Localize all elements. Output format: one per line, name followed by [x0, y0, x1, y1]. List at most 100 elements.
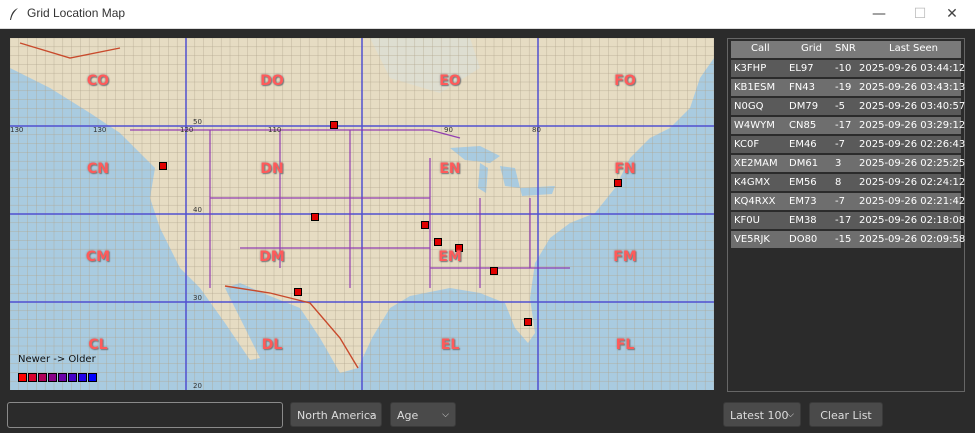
lon-label: 110 — [268, 126, 282, 134]
sort-select[interactable]: Age ⌵ — [390, 402, 456, 427]
map-canvas — [10, 38, 714, 390]
chevron-down-icon: ⌵ — [368, 410, 375, 420]
table-row[interactable]: KQ4RXX EM73 -7 2025-09-26 02:21:42 — [731, 193, 965, 210]
legend-swatches — [18, 367, 98, 386]
cell-last-seen: 2025-09-26 02:24:12 — [859, 177, 966, 188]
lon-label: 90 — [444, 126, 453, 134]
legend-swatch — [78, 373, 87, 382]
grid-field-label: EO — [439, 73, 461, 89]
spot-marker — [614, 179, 622, 187]
minimize-button[interactable]: — — [856, 0, 902, 28]
legend-swatch — [58, 373, 67, 382]
cell-call: XE2MAM — [734, 158, 778, 169]
spot-marker — [294, 288, 302, 296]
cell-call: KQ4RXX — [734, 196, 776, 207]
chevron-down-icon: ⌵ — [787, 410, 794, 420]
table-row[interactable]: N0GQ DM79 -5 2025-09-26 03:40:57 — [731, 98, 965, 115]
col-grid[interactable]: Grid — [801, 43, 822, 54]
cell-grid: EM46 — [789, 139, 817, 150]
limit-select[interactable]: Latest 100 ⌵ — [723, 402, 801, 427]
grid-field-label: FN — [614, 161, 636, 177]
cell-last-seen: 2025-09-26 02:18:08 — [859, 215, 966, 226]
spot-marker — [311, 213, 319, 221]
spot-marker — [524, 318, 532, 326]
cell-grid: DM61 — [789, 158, 819, 169]
cell-last-seen: 2025-09-26 03:40:57 — [859, 101, 966, 112]
grid-field-label: CN — [87, 161, 109, 177]
cell-last-seen: 2025-09-26 02:09:58 — [859, 234, 966, 245]
table-row[interactable]: KC0F EM46 -7 2025-09-26 02:26:43 — [731, 136, 965, 153]
cell-snr: 3 — [835, 158, 842, 169]
grid-field-label: FM — [613, 249, 637, 265]
legend-swatch — [38, 373, 47, 382]
cell-grid: EM38 — [789, 215, 817, 226]
cell-last-seen: 2025-09-26 03:29:12 — [859, 120, 966, 131]
cell-grid: EM73 — [789, 196, 817, 207]
legend-swatch — [18, 373, 27, 382]
search-input[interactable] — [7, 402, 283, 428]
lon-label: 130 — [93, 126, 107, 134]
grid-field-label: EN — [439, 161, 461, 177]
table-header: Call Grid SNR Last Seen — [731, 41, 961, 58]
col-call[interactable]: Call — [751, 43, 770, 54]
cell-snr: 8 — [835, 177, 842, 188]
grid-field-label: CM — [85, 249, 111, 265]
spot-marker — [421, 221, 429, 229]
cell-grid: FN43 — [789, 82, 815, 93]
cell-grid: EL97 — [789, 63, 814, 74]
cell-grid: EM56 — [789, 177, 817, 188]
cell-last-seen: 2025-09-26 03:44:12 — [859, 63, 966, 74]
table-row[interactable]: XE2MAM DM61 3 2025-09-26 02:25:25 — [731, 155, 965, 172]
spot-marker — [330, 121, 338, 129]
cell-snr: -17 — [835, 215, 852, 226]
chevron-down-icon: ⌵ — [442, 410, 449, 420]
grid-field-label: CL — [88, 337, 108, 353]
lat-label: 50 — [193, 118, 202, 126]
legend-swatch — [28, 373, 37, 382]
table-row[interactable]: K4GMX EM56 8 2025-09-26 02:24:12 — [731, 174, 965, 191]
col-last-seen[interactable]: Last Seen — [889, 43, 938, 54]
lat-label: 40 — [193, 206, 202, 214]
spot-marker — [159, 162, 167, 170]
title-bar: Grid Location Map — ☐ ✕ — [0, 0, 975, 29]
window-title: Grid Location Map — [27, 6, 126, 20]
clear-list-button[interactable]: Clear List — [809, 402, 883, 427]
region-value: North America — [297, 409, 377, 422]
cell-call: K3FHP — [734, 63, 767, 74]
cell-last-seen: 2025-09-26 02:21:42 — [859, 196, 966, 207]
limit-value: Latest 100 — [730, 409, 789, 422]
cell-grid: CN85 — [789, 120, 817, 131]
cell-snr: -5 — [835, 101, 845, 112]
cell-snr: -17 — [835, 120, 852, 131]
cell-call: W4WYM — [734, 120, 775, 131]
table-row[interactable]: W4WYM CN85 -17 2025-09-26 03:29:12 — [731, 117, 965, 134]
grid-field-label: DM — [259, 249, 285, 265]
table-row[interactable]: K3FHP EL97 -10 2025-09-26 03:44:12 — [731, 60, 965, 77]
cell-call: KB1ESM — [734, 82, 776, 93]
grid-map[interactable]: CO DO EO FO CN DN EN FN CM DM EM FM CL DL EL FL 130 130… — [10, 38, 714, 390]
cell-call: VE5RJK — [734, 234, 770, 245]
cell-call: N0GQ — [734, 101, 764, 112]
table-row[interactable]: KF0U EM38 -17 2025-09-26 02:18:08 — [731, 212, 965, 229]
legend-swatch — [88, 373, 97, 382]
cell-call: K4GMX — [734, 177, 771, 188]
table-row[interactable]: VE5RJK DO80 -15 2025-09-26 02:09:58 — [731, 231, 965, 248]
table-row[interactable]: KB1ESM FN43 -19 2025-09-26 03:43:13 — [731, 79, 965, 96]
cell-snr: -7 — [835, 196, 845, 207]
lon-label: 130 — [10, 126, 24, 134]
cell-call: KC0F — [734, 139, 760, 150]
grid-field-label: DL — [261, 337, 283, 353]
grid-field-label: FO — [614, 73, 636, 89]
lat-label: 30 — [193, 294, 202, 302]
region-select[interactable]: North America ⌵ — [290, 402, 382, 427]
lon-label: 80 — [532, 126, 541, 134]
cell-snr: -7 — [835, 139, 845, 150]
lon-label: 120 — [180, 126, 194, 134]
close-button[interactable]: ✕ — [929, 0, 975, 28]
grid-field-label: EM — [438, 249, 462, 265]
col-snr[interactable]: SNR — [835, 43, 856, 54]
grid-field-label: DO — [260, 73, 284, 89]
cell-last-seen: 2025-09-26 03:43:13 — [859, 82, 966, 93]
cell-snr: -19 — [835, 82, 852, 93]
spot-marker — [434, 238, 442, 246]
